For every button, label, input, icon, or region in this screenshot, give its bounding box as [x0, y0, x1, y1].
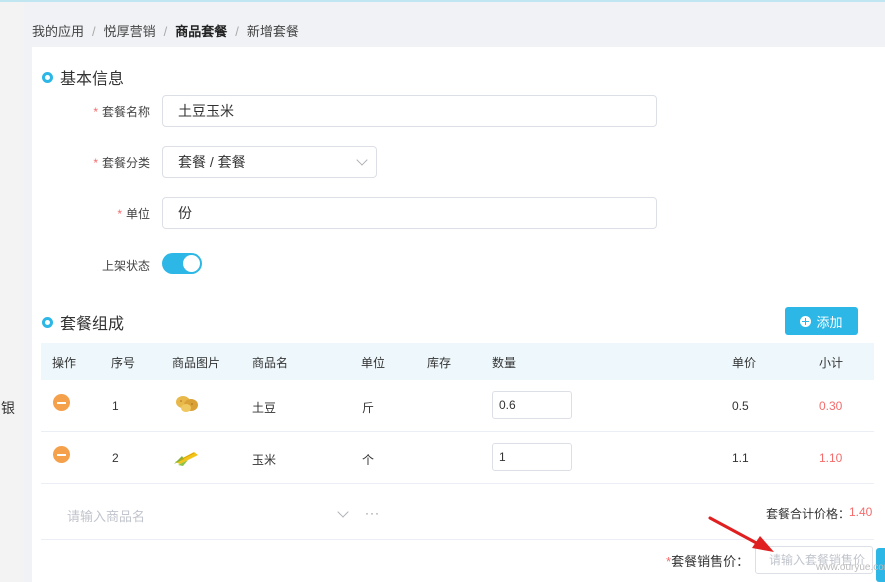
chevron-down-icon [337, 506, 349, 518]
breadcrumb-item[interactable]: 我的应用 [32, 24, 84, 39]
breadcrumb-item[interactable]: 悦厚营销 [104, 24, 156, 39]
row-subtotal: 1.10 [819, 451, 843, 465]
row-index: 2 [112, 451, 119, 465]
quantity-input[interactable]: 1 [492, 443, 572, 471]
row-name: 玉米 [252, 453, 277, 467]
status-toggle[interactable] [162, 253, 202, 274]
plus-circle-icon [800, 315, 812, 327]
section-dot-icon [42, 71, 53, 83]
unit-label: * 单位 [117, 207, 150, 221]
breadcrumb-current: 新增套餐 [246, 24, 299, 39]
chevron-down-icon [356, 154, 368, 166]
sidebar-partial-label: 银 [1, 400, 15, 416]
section-dot-icon [42, 316, 53, 328]
breadcrumb-item[interactable]: 商品套餐 [175, 24, 227, 39]
total-label: 套餐合计价格： [766, 507, 851, 521]
col-stock: 库存 [427, 356, 452, 370]
row-unit: 斤 [362, 401, 375, 415]
toggle-knob [183, 255, 200, 272]
row-index: 1 [112, 399, 119, 413]
col-image: 商品图片 [172, 356, 221, 370]
remove-row-button[interactable] [53, 394, 70, 411]
red-arrow-icon [708, 516, 774, 552]
remove-row-button[interactable] [53, 446, 70, 463]
watermark: www.ouryue.com [816, 562, 885, 573]
row-subtotal: 0.30 [819, 399, 843, 413]
more-icon[interactable]: ··· [365, 506, 380, 520]
status-label: 上架状态 [101, 259, 150, 273]
category-label: * 套餐分类 [93, 156, 150, 170]
corn-image [174, 452, 198, 466]
col-unit: 单位 [361, 356, 386, 370]
col-index: 序号 [111, 356, 136, 370]
unit-input[interactable]: 份 [162, 197, 657, 229]
row-price: 1.1 [732, 451, 749, 465]
row-price: 0.5 [732, 399, 749, 413]
col-qty: 数量 [492, 356, 517, 370]
product-search-placeholder: 请输入商品名 [67, 509, 146, 524]
section-title-basic: 基本信息 [42, 65, 124, 89]
breadcrumb: 我的应用 / 悦厚营销 / 商品套餐 / 新增套餐 [32, 24, 299, 39]
name-label: * 套餐名称 [93, 105, 150, 119]
col-action: 操作 [52, 356, 77, 370]
row-divider [41, 483, 874, 484]
col-name: 商品名 [252, 356, 289, 370]
category-select[interactable]: 套餐 / 套餐 [162, 146, 377, 178]
quantity-input[interactable]: 0.6 [492, 391, 572, 419]
potato-image [176, 396, 198, 412]
section-title-composition: 套餐组成 [42, 310, 124, 334]
product-search-select[interactable]: 请输入商品名 [41, 486, 361, 538]
col-price: 单价 [732, 356, 757, 370]
add-button[interactable]: 添加 [785, 307, 858, 335]
row-unit: 个 [362, 453, 375, 467]
row-name: 土豆 [252, 401, 277, 415]
total-value: 1.40 [849, 505, 873, 519]
left-sidebar: 银 [0, 2, 24, 582]
col-subtotal: 小计 [819, 356, 844, 370]
row-divider [41, 431, 874, 432]
package-name-input[interactable]: 土豆玉米 [162, 95, 657, 127]
